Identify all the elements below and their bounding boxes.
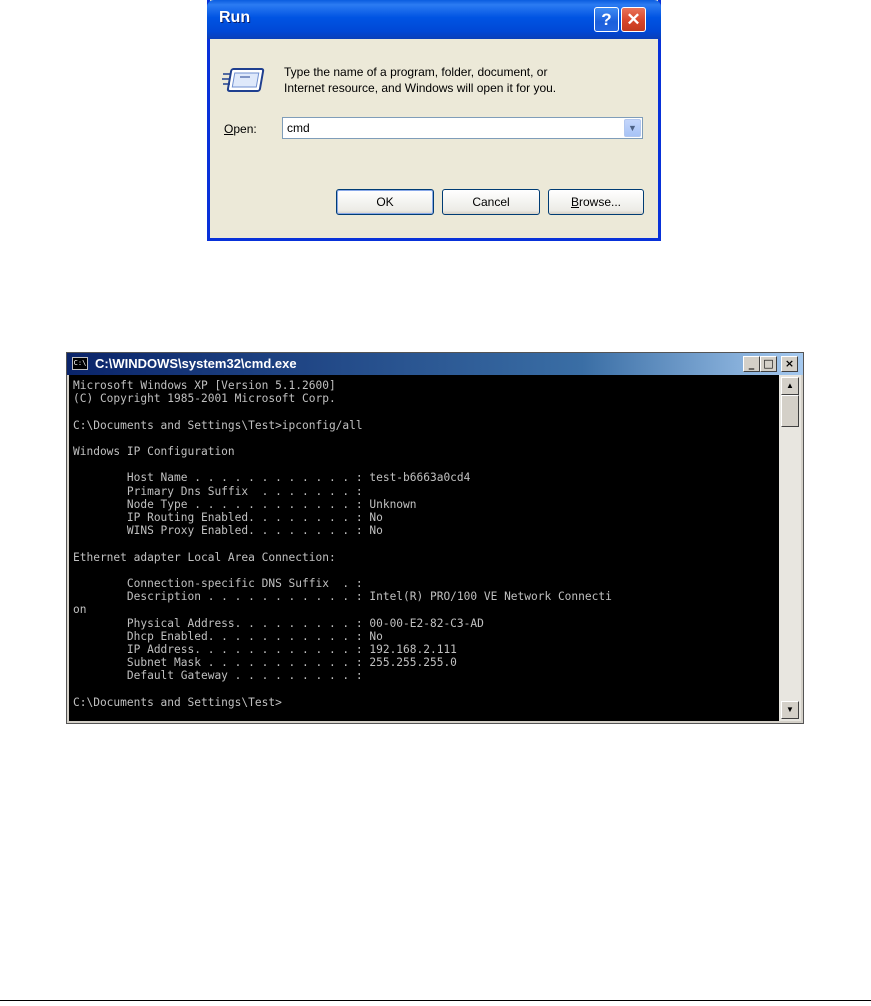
console-line: Subnet Mask . . . . . . . . . . . : 255.… [126, 656, 457, 670]
console-line: (C) Copyright 1985-2001 Microsoft Corp. [73, 392, 336, 406]
console-line: C:\Documents and Settings\Test> [73, 695, 282, 709]
console-line: Node Type . . . . . . . . . . . . : Unkn… [126, 497, 417, 511]
close-icon: ✕ [626, 10, 641, 29]
console-line: IP Routing Enabled. . . . . . . . : No [126, 511, 383, 525]
close-button[interactable]: ✕ [621, 7, 646, 32]
console-line: Description . . . . . . . . . . . : Inte… [126, 590, 612, 604]
arrow-up-icon: ▲ [786, 381, 794, 390]
scroll-down-button[interactable]: ▼ [781, 701, 799, 719]
run-dialog-title: Run [219, 9, 251, 26]
scrollbar-thumb[interactable] [781, 395, 799, 427]
ok-button[interactable]: OK [336, 189, 434, 215]
console-line: Physical Address. . . . . . . . . : 00-0… [126, 616, 484, 630]
cmd-app-icon[interactable]: C:\ [72, 357, 88, 370]
maximize-button[interactable]: □ [760, 356, 777, 372]
cancel-button-label: Cancel [472, 195, 510, 209]
console-output[interactable]: Microsoft Windows XP [Version 5.1.2600] … [69, 375, 779, 721]
page-divider [0, 1000, 871, 1001]
minimize-icon: _ [748, 357, 755, 370]
cmd-close-button[interactable]: × [781, 356, 798, 372]
minimize-button[interactable]: _ [743, 356, 760, 372]
run-dialog-titlebar[interactable]: Run ? ✕ [207, 0, 661, 39]
console-line: Windows IP Configuration [73, 445, 235, 459]
cmd-window-title: C:\WINDOWS\system32\cmd.exe [95, 356, 297, 371]
run-description-line-2: Internet resource, and Windows will open… [284, 81, 557, 95]
console-line: Connection-specific DNS Suffix . : [126, 577, 363, 591]
run-dialog: Run ? ✕ Type the name of a program, fold… [207, 0, 661, 241]
console-line: Microsoft Windows XP [Version 5.1.2600] [73, 379, 336, 392]
console-line: Primary Dns Suffix . . . . . . . : [126, 484, 363, 498]
console-line: C:\Documents and Settings\Test>ipconfig/… [73, 418, 363, 432]
open-combobox[interactable]: ▼ [282, 117, 643, 139]
console-line: Dhcp Enabled. . . . . . . . . . . : No [126, 629, 383, 643]
console-line: Host Name . . . . . . . . . . . . : test… [126, 471, 471, 485]
console-text: Microsoft Windows XP [Version 5.1.2600] … [73, 379, 779, 709]
arrow-down-icon: ▼ [786, 705, 794, 714]
run-description-line-1: Type the name of a program, folder, docu… [284, 65, 548, 79]
chevron-down-icon: ▼ [628, 123, 637, 133]
browse-button-mnemonic: B [570, 195, 579, 209]
close-icon: × [784, 357, 795, 370]
browse-button[interactable]: Browse... [548, 189, 644, 215]
cmd-window: C:\ C:\WINDOWS\system32\cmd.exe _ □ × Mi… [66, 352, 804, 724]
console-line: Default Gateway . . . . . . . . . : [126, 669, 363, 683]
cancel-button[interactable]: Cancel [442, 189, 540, 215]
console-line: on [73, 603, 87, 617]
open-input[interactable] [283, 118, 621, 138]
console-line: WINS Proxy Enabled. . . . . . . . : No [126, 524, 383, 538]
run-program-icon [222, 68, 265, 92]
open-dropdown-button[interactable]: ▼ [624, 119, 641, 137]
open-label: Open: [224, 122, 257, 136]
scroll-up-button[interactable]: ▲ [781, 377, 799, 395]
maximize-icon: □ [763, 357, 774, 370]
console-line: IP Address. . . . . . . . . . . . : 192.… [126, 643, 457, 657]
run-description: Type the name of a program, folder, docu… [284, 64, 556, 96]
browse-button-label: rowse... [579, 195, 622, 209]
open-label-text: pen: [233, 122, 257, 136]
cmd-titlebar[interactable]: C:\ C:\WINDOWS\system32\cmd.exe _ □ × [67, 353, 803, 375]
console-line: Ethernet adapter Local Area Connection: [73, 550, 336, 564]
vertical-scrollbar[interactable]: ▲ ▼ [779, 375, 801, 721]
help-icon: ? [601, 10, 612, 29]
ok-button-label: OK [376, 195, 394, 209]
open-label-mnemonic: O [224, 122, 234, 136]
help-button[interactable]: ? [594, 7, 619, 32]
